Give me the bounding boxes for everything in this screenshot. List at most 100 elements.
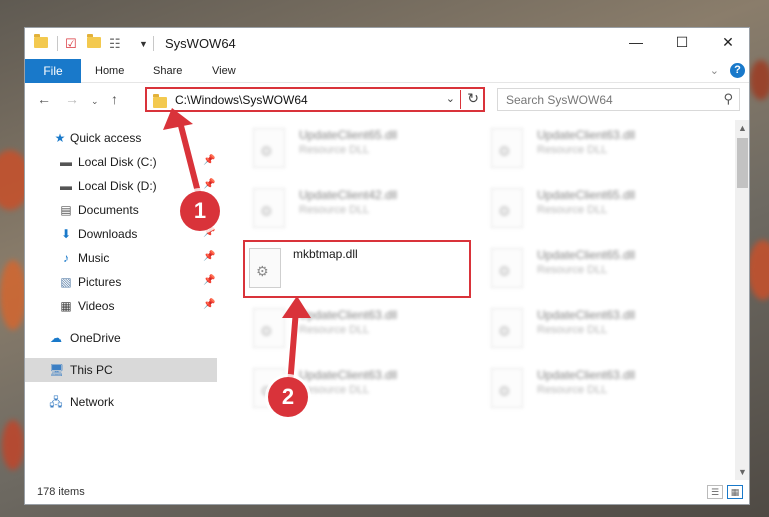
item-count: 178 items — [37, 486, 85, 498]
up-arrow-icon[interactable]: ↑ — [111, 90, 118, 108]
file-type: Resource DLL — [299, 144, 370, 156]
step-badge-2: 2 — [268, 377, 308, 417]
recent-locations-chevron-icon[interactable]: ⌄ — [91, 92, 99, 110]
file-type: Resource DLL — [537, 264, 608, 276]
address-separator — [460, 90, 461, 109]
address-bar[interactable]: C:\Windows\SysWOW64 ⌄ ↻ — [145, 87, 485, 112]
cloud-icon: ☁ — [50, 331, 62, 345]
list-item[interactable]: UpdateClient63.dll Resource DLL — [247, 302, 483, 354]
help-icon[interactable]: ? — [730, 63, 745, 78]
navigation-bar: ← → ⌄ ↑ C:\Windows\SysWOW64 ⌄ ↻ ⚲ — [25, 84, 749, 116]
sidebar-item-network[interactable]: 🖧 Network — [25, 390, 217, 414]
highlighted-file-mkbtmap[interactable]: mkbtmap.dll — [243, 240, 471, 298]
list-item[interactable]: UpdateClient65.dll Resource DLL — [485, 242, 721, 294]
background-leaf — [2, 420, 24, 470]
file-name: UpdateClient65.dll — [537, 188, 636, 202]
computer-icon: 🖥 — [49, 363, 65, 377]
status-bar: 178 items ☰ ▦ — [25, 480, 749, 504]
title-separator — [153, 36, 154, 51]
pin-icon: 📌 — [203, 275, 216, 286]
list-item[interactable]: UpdateClient63.dll Resource DLL — [485, 122, 721, 174]
search-box[interactable]: ⚲ — [497, 88, 740, 111]
close-button[interactable]: ✕ — [705, 28, 749, 59]
dll-file-icon — [491, 188, 523, 228]
title-separator — [57, 36, 58, 51]
view-options-icon[interactable]: ☷ — [109, 37, 121, 51]
address-folder-icon — [153, 94, 167, 108]
forward-arrow-icon[interactable]: → — [65, 90, 79, 108]
list-item[interactable]: UpdateClient63.dll Resource DLL — [485, 362, 721, 414]
sidebar-item-music[interactable]: ♪ Music 📌 — [25, 246, 217, 270]
sidebar-item-label: Videos — [78, 299, 115, 313]
file-list: UpdateClient65.dll Resource DLL UpdateCl… — [219, 120, 735, 480]
pin-icon: 📌 — [203, 251, 216, 262]
address-path[interactable]: C:\Windows\SysWOW64 — [175, 93, 308, 107]
title-bar: ☑ ☷ ▼ SysWOW64 — ☐ ✕ — [25, 28, 749, 59]
list-item[interactable]: UpdateClient65.dll Resource DLL — [485, 182, 721, 234]
file-name: UpdateClient63.dll — [299, 368, 398, 382]
explorer-window: ☑ ☷ ▼ SysWOW64 — ☐ ✕ File Home Share Vie… — [24, 27, 750, 505]
file-name: mkbtmap.dll — [293, 247, 358, 261]
list-item[interactable]: UpdateClient42.dll Resource DLL — [247, 182, 483, 234]
file-name: UpdateClient63.dll — [537, 368, 636, 382]
pin-icon: 📌 — [203, 179, 216, 190]
document-icon: ▤ — [60, 203, 72, 217]
large-icons-view-icon[interactable]: ▦ — [727, 485, 743, 499]
customize-toolbar-icon[interactable]: ▼ — [139, 37, 148, 51]
file-type: Resource DLL — [299, 324, 370, 336]
search-icon[interactable]: ⚲ — [723, 91, 733, 107]
step-badge-1: 1 — [180, 191, 220, 231]
refresh-icon[interactable]: ↻ — [467, 90, 479, 107]
sidebar-item-videos[interactable]: ▦ Videos 📌 — [25, 294, 217, 318]
tab-file[interactable]: File — [25, 59, 81, 83]
pin-icon: 📌 — [203, 155, 216, 166]
file-name: UpdateClient65.dll — [299, 128, 398, 142]
list-item[interactable]: UpdateClient63.dll Resource DLL — [485, 302, 721, 354]
expand-ribbon-chevron-icon[interactable]: ⌄ — [710, 64, 719, 77]
vertical-scrollbar[interactable]: ▲ ▼ — [735, 120, 749, 480]
scroll-up-arrow-icon[interactable]: ▲ — [735, 120, 749, 136]
sidebar-item-label: Quick access — [70, 131, 142, 145]
tab-view[interactable]: View — [212, 59, 236, 83]
list-item[interactable]: UpdateClient65.dll Resource DLL — [247, 122, 483, 174]
file-type: Resource DLL — [299, 204, 370, 216]
sidebar-item-local-disk-c[interactable]: ▬ Local Disk (C:) 📌 — [25, 150, 217, 174]
search-input[interactable] — [506, 90, 706, 110]
file-type: Resource DLL — [299, 384, 370, 396]
sidebar-item-onedrive[interactable]: ☁ OneDrive — [25, 326, 217, 350]
dll-file-icon — [253, 308, 285, 348]
sidebar-item-label: Downloads — [78, 227, 138, 241]
tab-share[interactable]: Share — [153, 59, 182, 83]
dll-file-icon — [249, 248, 281, 288]
file-type: Resource DLL — [537, 384, 608, 396]
background-leaf — [0, 260, 26, 330]
back-arrow-icon[interactable]: ← — [37, 90, 51, 108]
drive-icon: ▬ — [60, 179, 72, 193]
sidebar-item-pictures[interactable]: ▧ Pictures 📌 — [25, 270, 217, 294]
sidebar-item-this-pc[interactable]: 🖥 This PC — [25, 358, 217, 382]
maximize-button[interactable]: ☐ — [659, 28, 705, 59]
pin-icon: 📌 — [203, 299, 216, 310]
drive-icon: ▬ — [60, 155, 72, 169]
folder-icon — [34, 34, 48, 51]
address-dropdown-chevron-icon[interactable]: ⌄ — [446, 92, 455, 105]
file-name: UpdateClient42.dll — [299, 188, 398, 202]
details-view-icon[interactable]: ☰ — [707, 485, 723, 499]
sidebar-item-quick-access[interactable]: ★ Quick access — [25, 126, 217, 150]
properties-icon[interactable]: ☑ — [65, 37, 77, 51]
scroll-down-arrow-icon[interactable]: ▼ — [735, 464, 749, 480]
scrollbar-thumb[interactable] — [737, 138, 748, 188]
minimize-button[interactable]: — — [613, 28, 659, 59]
window-title: SysWOW64 — [165, 36, 236, 51]
sidebar-item-label: OneDrive — [70, 331, 121, 345]
file-name: UpdateClient63.dll — [537, 128, 636, 142]
download-icon: ⬇ — [60, 227, 72, 241]
tab-home[interactable]: Home — [95, 59, 124, 83]
dll-file-icon — [491, 368, 523, 408]
sidebar-item-label: Network — [70, 395, 115, 409]
new-folder-icon[interactable] — [87, 34, 101, 51]
network-icon: 🖧 — [49, 395, 63, 409]
video-icon: ▦ — [60, 299, 72, 313]
dll-file-icon — [253, 188, 285, 228]
sidebar-item-label: Local Disk (D:) — [78, 179, 157, 193]
